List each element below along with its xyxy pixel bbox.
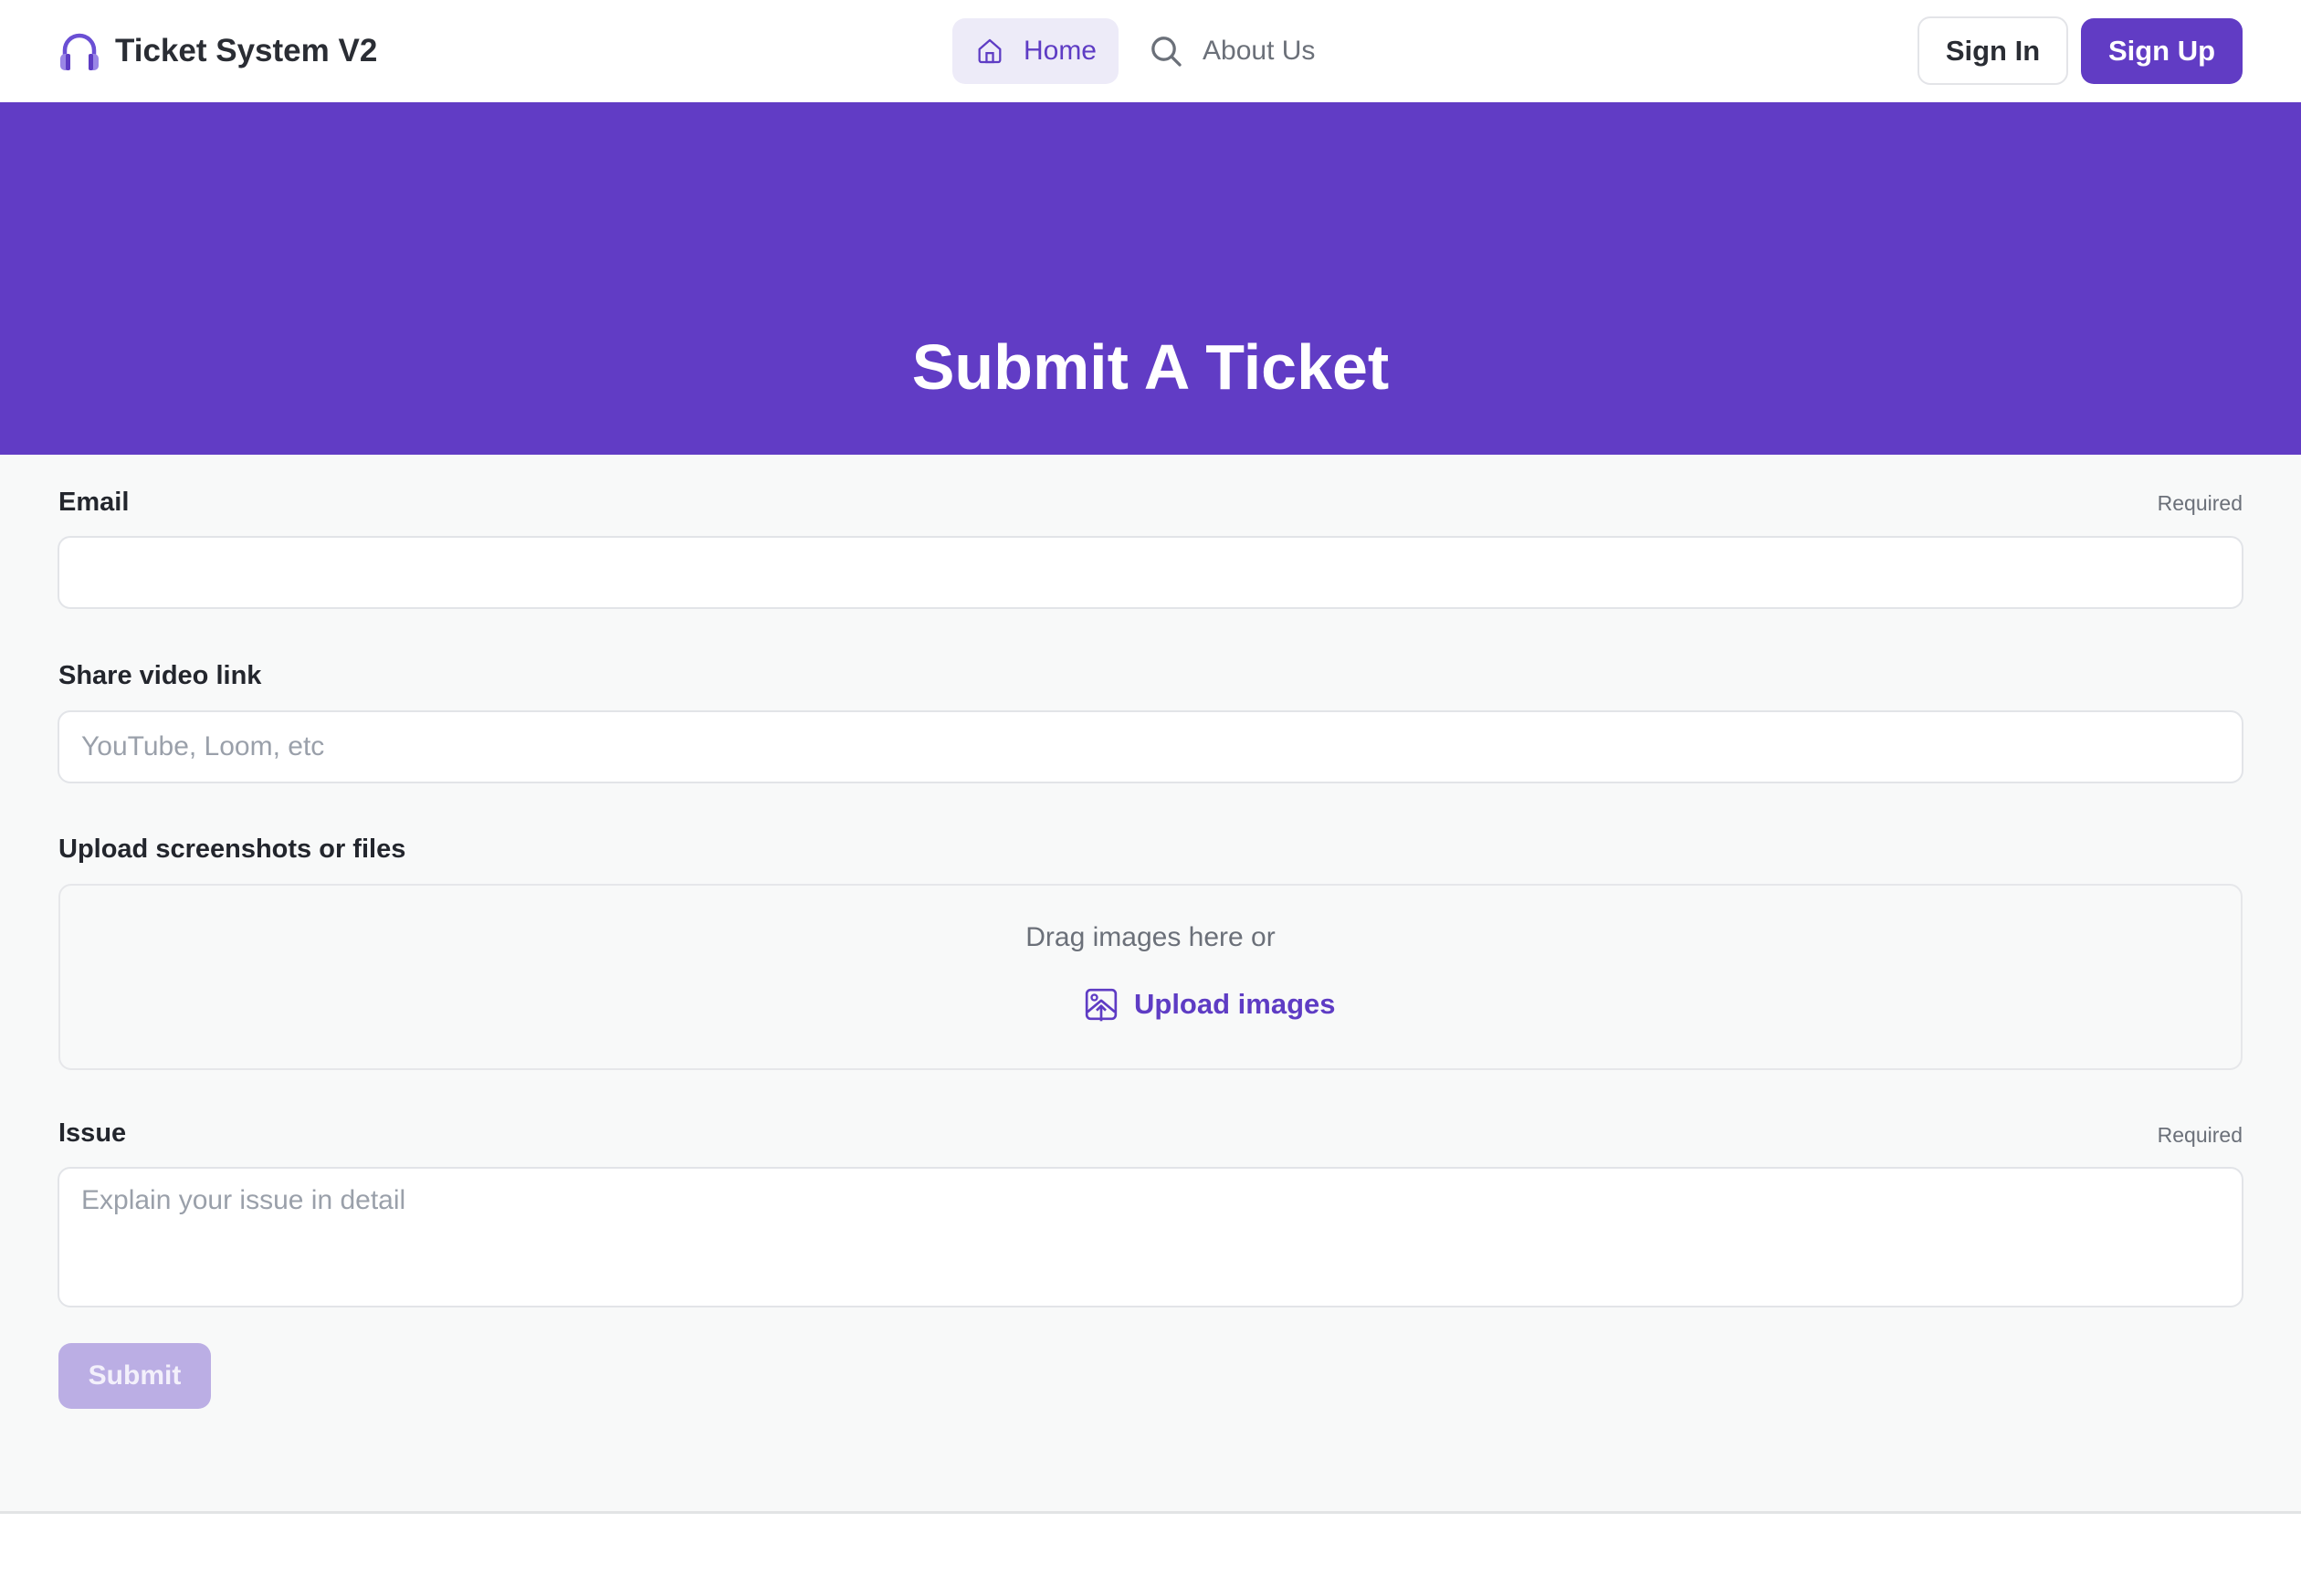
upload-label: Upload screenshots or files [58,835,406,864]
app-title: Ticket System V2 [115,33,378,68]
email-input[interactable] [58,536,2243,609]
main-nav: Home About Us [952,18,1337,84]
sign-in-button[interactable]: Sign In [1918,16,2068,85]
nav-home[interactable]: Home [952,18,1119,84]
search-icon [1151,37,1182,67]
nav-home-label: Home [1023,36,1097,66]
sign-up-button[interactable]: Sign Up [2081,17,2243,84]
email-required-label: Required [2157,491,2243,515]
video-link-label: Share video link [58,661,262,690]
home-icon [978,38,1002,64]
issue-textarea[interactable]: Explain your issue in detail [58,1167,2243,1307]
issue-placeholder: Explain your issue in detail [81,1185,406,1215]
page-title: Submit A Ticket [911,331,1390,403]
brand[interactable]: Ticket System V2 [57,27,377,75]
auth-buttons: Sign In Sign Up [1918,16,2243,85]
drag-text: Drag images here or [1025,922,1276,952]
upload-images-label: Upload images [1134,988,1336,1020]
issue-label: Issue [58,1118,127,1148]
nav-about-label: About Us [1203,36,1316,66]
ticket-form: Email Required Share video link YouTube,… [0,455,2301,1514]
video-link-placeholder: YouTube, Loom, etc [81,731,325,761]
upload-images-button[interactable]: Upload images [1083,986,1336,1023]
nav-about-us[interactable]: About Us [1126,18,1337,84]
image-upload-icon [1085,988,1118,1022]
top-navbar: Ticket System V2 Home About Us Sign In S… [0,0,2301,102]
email-label: Email [58,488,130,517]
submit-button[interactable]: Submit [58,1343,211,1409]
video-link-input[interactable]: YouTube, Loom, etc [58,710,2243,783]
issue-required-label: Required [2157,1123,2243,1147]
hero-banner: Submit A Ticket [0,102,2301,455]
headphones-icon [57,28,102,74]
upload-dropzone[interactable]: Drag images here or Upload images [58,884,2243,1070]
